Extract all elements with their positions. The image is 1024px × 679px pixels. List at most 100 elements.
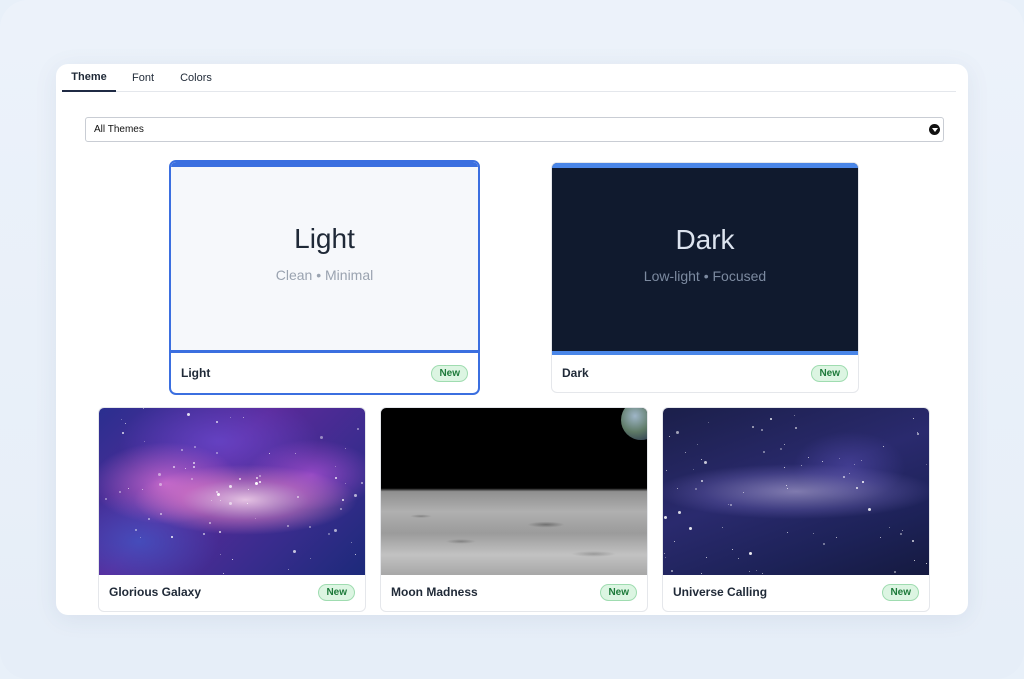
- star: [916, 431, 918, 433]
- star: [203, 533, 206, 536]
- star: [730, 503, 733, 506]
- star: [822, 461, 823, 463]
- theme-card-light[interactable]: Light Clean • Minimal Light New: [169, 160, 480, 395]
- star: [208, 521, 211, 524]
- star: [794, 426, 797, 429]
- theme-preview-light: Light Clean • Minimal: [171, 162, 478, 353]
- star: [912, 418, 914, 420]
- star: [756, 569, 758, 571]
- theme-card-moon-madness[interactable]: Moon Madness New: [380, 407, 648, 612]
- theme-card-glorious-galaxy[interactable]: Glorious Galaxy New: [98, 407, 366, 612]
- tab-font[interactable]: Font: [116, 64, 170, 92]
- star: [668, 435, 670, 437]
- star: [119, 491, 122, 494]
- star: [342, 499, 345, 502]
- card-footer: Moon Madness New: [381, 573, 647, 611]
- theme-name: Dark: [562, 366, 589, 380]
- star: [664, 557, 666, 559]
- star: [707, 421, 709, 423]
- star: [743, 492, 745, 494]
- star: [215, 452, 218, 455]
- star: [121, 419, 123, 421]
- new-badge: New: [600, 583, 637, 601]
- star: [239, 478, 242, 481]
- star: [139, 537, 141, 539]
- star: [173, 465, 176, 468]
- star: [889, 527, 891, 529]
- new-badge: New: [811, 364, 848, 382]
- star: [911, 540, 914, 543]
- star: [674, 540, 676, 542]
- star: [722, 526, 723, 528]
- card-footer: Light New: [171, 353, 478, 393]
- star: [901, 530, 903, 532]
- star: [334, 477, 337, 480]
- star: [192, 465, 195, 468]
- star: [914, 559, 916, 561]
- moon-surface-image: [381, 408, 647, 575]
- star: [786, 484, 788, 486]
- star: [350, 542, 352, 544]
- earth-image: [621, 408, 647, 440]
- star: [219, 531, 222, 534]
- star: [170, 536, 173, 539]
- star: [345, 447, 347, 449]
- star: [230, 416, 232, 418]
- star: [335, 465, 337, 467]
- star: [868, 508, 872, 512]
- star: [220, 500, 222, 502]
- star: [210, 499, 212, 501]
- star: [848, 472, 850, 474]
- page-background: Theme Font Colors All Themes Light Clean…: [0, 0, 1024, 679]
- star: [193, 446, 196, 449]
- new-badge: New: [431, 364, 468, 382]
- star: [186, 412, 190, 416]
- preview-title: Light: [294, 223, 355, 254]
- star: [677, 487, 679, 489]
- theme-filter-value: All Themes: [94, 124, 144, 135]
- star: [917, 432, 920, 435]
- star: [255, 476, 258, 479]
- theme-card-dark[interactable]: Dark Low-light • Focused Dark New: [551, 162, 859, 393]
- star: [835, 537, 837, 539]
- star: [748, 551, 752, 555]
- star: [703, 460, 707, 464]
- theme-settings-panel: Theme Font Colors All Themes Light Clean…: [56, 64, 968, 615]
- star: [700, 479, 703, 482]
- star: [216, 420, 219, 423]
- chevron-down-icon: [929, 124, 940, 135]
- star: [143, 441, 145, 443]
- tab-theme[interactable]: Theme: [62, 64, 116, 92]
- star: [181, 448, 184, 451]
- theme-name: Moon Madness: [391, 585, 478, 599]
- star: [231, 559, 233, 561]
- tab-colors[interactable]: Colors: [170, 64, 222, 92]
- star: [728, 503, 730, 505]
- card-footer: Dark New: [552, 354, 858, 392]
- star: [861, 480, 864, 483]
- star: [215, 490, 218, 493]
- star: [749, 570, 751, 572]
- star: [185, 467, 187, 469]
- theme-card-universe-calling[interactable]: Universe Calling New: [662, 407, 930, 612]
- galaxy-image: [99, 408, 365, 575]
- star: [242, 416, 244, 418]
- theme-name: Light: [181, 366, 211, 380]
- star: [688, 526, 692, 530]
- star: [228, 484, 232, 488]
- moon-craters: [381, 491, 647, 575]
- theme-name: Glorious Galaxy: [109, 585, 202, 599]
- star: [287, 524, 290, 527]
- star: [220, 553, 222, 555]
- star: [794, 415, 796, 417]
- star: [801, 464, 803, 466]
- preview-title: Dark: [675, 224, 735, 255]
- star: [861, 459, 863, 461]
- star: [158, 483, 162, 487]
- star: [665, 469, 667, 471]
- star: [122, 431, 125, 434]
- theme-filter-select[interactable]: All Themes: [85, 117, 944, 142]
- star: [190, 477, 193, 480]
- star: [925, 563, 927, 565]
- milky-way-image: [663, 408, 929, 575]
